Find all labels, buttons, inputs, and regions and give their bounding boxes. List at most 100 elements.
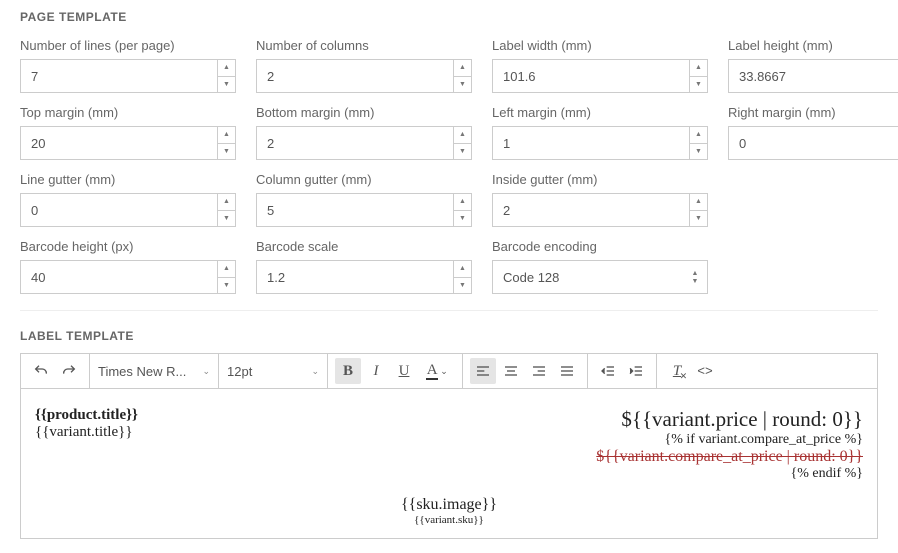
spin-up-icon[interactable]: ▲ [454, 127, 471, 144]
italic-button[interactable]: I [363, 358, 389, 384]
editor-variant-title: {{variant.title}} [35, 424, 138, 441]
spin-up-icon[interactable]: ▲ [218, 127, 235, 144]
label-lh: Label height (mm) [728, 38, 898, 53]
spinner-tm[interactable]: ▲ ▼ [20, 126, 236, 160]
spin-up-icon[interactable]: ▲ [690, 194, 707, 211]
page-template-title: PAGE TEMPLATE [20, 10, 878, 24]
undo-button[interactable] [28, 358, 54, 384]
input-bm[interactable] [257, 127, 453, 159]
input-cols[interactable] [257, 60, 453, 92]
input-lw[interactable] [493, 60, 689, 92]
spin-btns-lg: ▲ ▼ [217, 194, 235, 226]
field-label-height: Label height (mm) ▲ ▼ [728, 38, 898, 93]
undo-icon [33, 363, 49, 379]
field-cols: Number of columns ▲ ▼ [256, 38, 472, 93]
outdent-icon [600, 363, 616, 379]
tb-group-indent [588, 354, 657, 388]
spin-up-icon[interactable]: ▲ [690, 60, 707, 77]
redo-button[interactable] [56, 358, 82, 384]
input-cg[interactable] [257, 194, 453, 226]
field-column-gutter: Column gutter (mm) ▲ ▼ [256, 172, 472, 227]
spin-up-icon[interactable]: ▲ [218, 194, 235, 211]
spin-down-icon[interactable]: ▼ [690, 77, 707, 93]
input-ig[interactable] [493, 194, 689, 226]
field-line-gutter: Line gutter (mm) ▲ ▼ [20, 172, 236, 227]
input-rm[interactable] [729, 127, 898, 159]
spinner-cg[interactable]: ▲ ▼ [256, 193, 472, 227]
spin-up-icon[interactable]: ▲ [218, 60, 235, 77]
underline-button[interactable]: U [391, 358, 417, 384]
align-left-button[interactable] [470, 358, 496, 384]
field-right-margin: Right margin (mm) ▲ ▼ [728, 105, 898, 160]
input-tm[interactable] [21, 127, 217, 159]
spin-down-icon[interactable]: ▼ [690, 211, 707, 227]
clear-format-button[interactable]: T✕ [664, 358, 690, 384]
bold-button[interactable]: B [335, 358, 361, 384]
spin-down-icon[interactable]: ▼ [218, 211, 235, 227]
tb-group-font: Times New R... ⌄ [90, 354, 219, 388]
spin-btns-bm: ▲ ▼ [453, 127, 471, 159]
spinner-bs[interactable]: ▲ ▼ [256, 260, 472, 294]
label-template-title: LABEL TEMPLATE [20, 329, 878, 343]
code-view-button[interactable]: <> [692, 358, 718, 384]
spinner-bm[interactable]: ▲ ▼ [256, 126, 472, 160]
label-lines: Number of lines (per page) [20, 38, 236, 53]
spin-btns-bs: ▲ ▼ [453, 261, 471, 293]
text-color-icon: A [426, 363, 438, 380]
spin-down-icon[interactable]: ▼ [218, 77, 235, 93]
spin-up-icon[interactable]: ▲ [454, 60, 471, 77]
field-left-margin: Left margin (mm) ▲ ▼ [492, 105, 708, 160]
spinner-leftm[interactable]: ▲ ▼ [492, 126, 708, 160]
input-bh[interactable] [21, 261, 217, 293]
label-lg: Line gutter (mm) [20, 172, 236, 187]
spin-down-icon[interactable]: ▼ [218, 278, 235, 294]
font-size-select[interactable]: 12pt ⌄ [219, 354, 327, 388]
editor-toolbar: Times New R... ⌄ 12pt ⌄ B I U A ⌄ [20, 353, 878, 389]
align-right-icon [531, 363, 547, 379]
field-label-width: Label width (mm) ▲ ▼ [492, 38, 708, 93]
chevron-down-icon: ⌄ [202, 366, 210, 377]
redo-icon [61, 363, 77, 379]
font-family-select[interactable]: Times New R... ⌄ [90, 354, 218, 388]
page-template-grid: Number of lines (per page) ▲ ▼ Number of… [20, 38, 878, 294]
input-lg[interactable] [21, 194, 217, 226]
spin-down-icon[interactable]: ▼ [218, 144, 235, 160]
align-left-icon [475, 363, 491, 379]
spin-up-icon[interactable]: ▲ [218, 261, 235, 278]
spin-down-icon[interactable]: ▼ [454, 278, 471, 294]
field-bottom-margin: Bottom margin (mm) ▲ ▼ [256, 105, 472, 160]
spin-up-icon[interactable]: ▲ [690, 127, 707, 144]
text-color-button[interactable]: A ⌄ [419, 358, 455, 384]
spin-down-icon[interactable]: ▼ [454, 211, 471, 227]
align-right-button[interactable] [526, 358, 552, 384]
select-barcode-encoding[interactable]: Code 128 ▲▼ [492, 260, 708, 294]
label-tm: Top margin (mm) [20, 105, 236, 120]
editor-content[interactable]: {{product.title}} {{variant.title}} ${{v… [20, 389, 878, 539]
indent-button[interactable] [623, 358, 649, 384]
input-lines[interactable] [21, 60, 217, 92]
label-leftm: Left margin (mm) [492, 105, 708, 120]
spin-up-icon[interactable]: ▲ [454, 261, 471, 278]
spin-up-icon[interactable]: ▲ [454, 194, 471, 211]
input-leftm[interactable] [493, 127, 689, 159]
spin-down-icon[interactable]: ▼ [454, 144, 471, 160]
spinner-ig[interactable]: ▲ ▼ [492, 193, 708, 227]
spin-down-icon[interactable]: ▼ [690, 144, 707, 160]
spinner-cols[interactable]: ▲ ▼ [256, 59, 472, 93]
editor-compare-price: ${{variant.compare_at_price | round: 0}} [596, 448, 863, 466]
spinner-rm[interactable]: ▲ ▼ [728, 126, 898, 160]
spinner-lines[interactable]: ▲ ▼ [20, 59, 236, 93]
align-justify-icon [559, 363, 575, 379]
spinner-bh[interactable]: ▲ ▼ [20, 260, 236, 294]
spinner-lg[interactable]: ▲ ▼ [20, 193, 236, 227]
outdent-button[interactable] [595, 358, 621, 384]
align-justify-button[interactable] [554, 358, 580, 384]
input-lh[interactable] [729, 60, 898, 92]
input-bs[interactable] [257, 261, 453, 293]
spin-down-icon[interactable]: ▼ [454, 77, 471, 93]
spinner-lh[interactable]: ▲ ▼ [728, 59, 898, 93]
field-barcode-height: Barcode height (px) ▲ ▼ [20, 239, 236, 294]
align-center-button[interactable] [498, 358, 524, 384]
spin-btns-tm: ▲ ▼ [217, 127, 235, 159]
spinner-lw[interactable]: ▲ ▼ [492, 59, 708, 93]
